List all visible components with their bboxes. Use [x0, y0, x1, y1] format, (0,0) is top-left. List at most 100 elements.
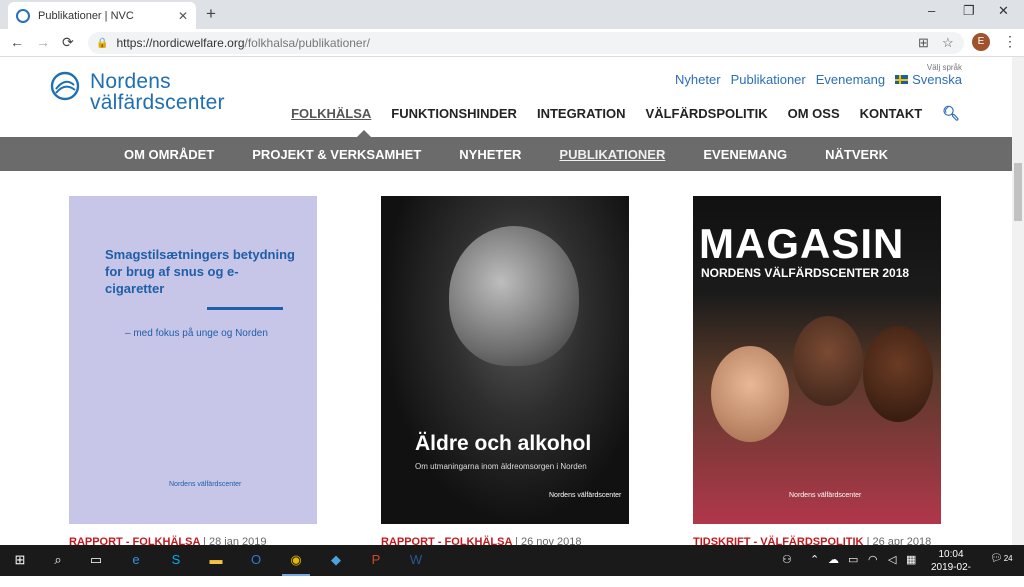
edge-icon[interactable]: e	[126, 550, 146, 570]
profile-avatar[interactable]: E	[972, 33, 990, 51]
publication-cover[interactable]: Smagstilsætningers betydning for brug af…	[69, 196, 317, 524]
publication-meta: RAPPORT - FOLKHÄLSA | 26 nov 2018	[381, 536, 629, 545]
main-nav: FOLKHÄLSA FUNKTIONSHINDER INTEGRATION VÄ…	[291, 105, 960, 122]
clock-date: 2019-02-05	[930, 562, 972, 586]
publication-category[interactable]: TIDSKRIFT - VÄLFÄRDSPOLITIK	[693, 536, 864, 545]
subnav-natverk[interactable]: NÄTVERK	[825, 147, 888, 162]
cover-title: Äldre och alkohol	[415, 432, 592, 455]
publication-card[interactable]: Äldre och alkohol Om utmaningarna inom ä…	[381, 196, 629, 545]
app-icon[interactable]: ◆	[326, 550, 346, 570]
minimize-button[interactable]: –	[928, 3, 935, 18]
people-icon[interactable]: ⚇	[782, 553, 792, 566]
logo-line-2: välfärdscenter	[90, 91, 225, 114]
notification-center-icon[interactable]: 💬︎24	[990, 553, 1013, 564]
cover-title: MAGASIN	[699, 220, 905, 267]
publication-date: 28 jan 2019	[208, 536, 267, 545]
nav-funktionshinder[interactable]: FUNKTIONSHINDER	[391, 106, 517, 121]
browser-menu-icon[interactable]: ⋮	[1003, 33, 1017, 50]
woman-photo	[711, 346, 789, 442]
lock-icon: 🔒	[96, 37, 109, 49]
publication-meta: RAPPORT - FOLKHÄLSA | 28 jan 2019	[69, 536, 317, 545]
nav-integration[interactable]: INTEGRATION	[537, 106, 626, 121]
skype-icon[interactable]: S	[166, 550, 186, 570]
keyboard-icon[interactable]: ▦	[906, 553, 916, 566]
cover-subtitle: – med fokus på unge og Norden	[125, 328, 268, 339]
logo-line-1: Nordens	[90, 70, 171, 93]
translate-icon[interactable]: ⊞	[918, 35, 929, 51]
publication-date: 26 nov 2018	[520, 536, 582, 545]
top-link-publikationer[interactable]: Publikationer	[731, 72, 806, 87]
close-window-button[interactable]: ✕	[998, 3, 1009, 19]
powerpoint-icon[interactable]: P	[366, 550, 386, 570]
word-icon[interactable]: W	[406, 550, 426, 570]
file-explorer-icon[interactable]: ▬	[206, 550, 226, 570]
publication-cover[interactable]: Äldre och alkohol Om utmaningarna inom ä…	[381, 196, 629, 524]
address-bar: ← → ⟳ 🔒 https://nordicwelfare.org/folkha…	[0, 29, 1024, 57]
subnav-nyheter[interactable]: NYHETER	[459, 147, 521, 162]
woman-photo	[793, 316, 863, 406]
publication-date: 26 apr 2018	[872, 536, 932, 545]
subnav-om-omradet[interactable]: OM OMRÅDET	[124, 147, 214, 162]
search-taskbar-icon[interactable]: ⌕	[48, 550, 68, 570]
top-link-nyheter[interactable]: Nyheter	[675, 72, 721, 87]
url-field[interactable]: 🔒 https://nordicwelfare.org/folkhalsa/pu…	[88, 32, 964, 54]
cover-divider	[207, 307, 283, 310]
browser-tab[interactable]: Publikationer | NVC ✕	[8, 2, 196, 29]
elderly-woman-photo	[449, 226, 579, 366]
new-tab-button[interactable]: +	[206, 4, 216, 24]
site-header: Nordens välfärdscenter Välj språk Nyhete…	[0, 57, 1012, 137]
cover-logo: Nordens välfärdscenter	[549, 492, 622, 499]
publication-card[interactable]: MAGASIN NORDENS VÄLFÄRDSCENTER 2018 Nord…	[693, 196, 941, 545]
publication-card[interactable]: Smagstilsætningers betydning for brug af…	[69, 196, 317, 545]
language-caption: Välj språk	[926, 63, 962, 72]
nav-kontakt[interactable]: KONTAKT	[860, 106, 923, 121]
publication-meta: TIDSKRIFT - VÄLFÄRDSPOLITIK | 26 apr 201…	[693, 536, 941, 545]
cover-logo: Nordens välfärdscenter	[789, 492, 862, 499]
subnav-projekt[interactable]: PROJEKT & VERKSAMHET	[252, 147, 421, 162]
cover-subtitle: Om utmaningarna inom äldreomsorgen i Nor…	[415, 462, 587, 471]
reload-icon[interactable]: ⟳	[62, 34, 74, 51]
publication-category[interactable]: RAPPORT - FOLKHÄLSA	[69, 536, 200, 545]
cover-subtitle: NORDENS VÄLFÄRDSCENTER 2018	[701, 266, 910, 280]
chevron-up-icon[interactable]: ⌃	[810, 553, 819, 566]
search-icon[interactable]: 🔍︎	[942, 105, 960, 122]
nav-om-oss[interactable]: OM OSS	[788, 106, 840, 121]
outlook-icon[interactable]: O	[246, 550, 266, 570]
publication-category[interactable]: RAPPORT - FOLKHÄLSA	[381, 536, 512, 545]
active-nav-caret	[357, 130, 371, 137]
top-link-evenemang[interactable]: Evenemang	[816, 72, 885, 87]
swedish-flag-icon	[895, 75, 909, 84]
clock-time: 10:04	[938, 549, 964, 560]
volume-icon[interactable]: ◁	[888, 553, 896, 566]
subnav-evenemang[interactable]: EVENEMANG	[703, 147, 787, 162]
cover-logo: Nordens välfärdscenter	[169, 481, 242, 488]
site-logo[interactable]: Nordens välfärdscenter	[50, 71, 225, 113]
subnav-publikationer[interactable]: PUBLIKATIONER	[559, 147, 665, 162]
maximize-button[interactable]: ❐	[963, 3, 975, 19]
cover-title: Smagstilsætningers betydning for brug af…	[105, 247, 295, 296]
nav-valfardspolitik[interactable]: VÄLFÄRDSPOLITIK	[646, 106, 768, 121]
onedrive-icon[interactable]: ☁	[828, 553, 839, 566]
chrome-icon[interactable]: ◉	[286, 550, 306, 570]
forward-icon[interactable]: →	[36, 34, 50, 50]
scrollbar-thumb[interactable]	[1014, 163, 1022, 221]
battery-icon[interactable]: ▭	[848, 553, 858, 566]
bookmark-star-icon[interactable]: ☆	[942, 35, 954, 51]
nav-folkhalsa[interactable]: FOLKHÄLSA	[291, 106, 371, 121]
system-clock[interactable]: 10:04 2019-02-05	[926, 548, 976, 587]
task-view-icon[interactable]: ▭	[86, 550, 106, 570]
nordens-logo-icon	[50, 71, 80, 101]
publication-cover[interactable]: MAGASIN NORDENS VÄLFÄRDSCENTER 2018 Nord…	[693, 196, 941, 524]
url-text: https://nordicwelfare.org/folkhalsa/publ…	[116, 36, 370, 50]
language-selector[interactable]: Svenska	[895, 72, 962, 87]
site-favicon-icon	[16, 8, 30, 23]
wifi-icon[interactable]: ◠	[868, 553, 878, 566]
woman-photo	[863, 326, 933, 422]
windows-taskbar: ⊞ ⌕ ▭ e S ▬ O ◉ ◆ P W ⚇ ⌃ ☁ ▭ ◠ ◁ ▦ 10:0…	[0, 545, 1024, 586]
windows-start-icon[interactable]: ⊞	[10, 550, 30, 570]
top-links: Nyheter Publikationer Evenemang Svenska	[675, 72, 962, 87]
back-icon[interactable]: ←	[10, 34, 24, 50]
page-scrollbar[interactable]	[1012, 57, 1024, 545]
publications-grid: Smagstilsætningers betydning for brug af…	[0, 171, 1012, 545]
close-tab-icon[interactable]: ✕	[178, 9, 188, 23]
